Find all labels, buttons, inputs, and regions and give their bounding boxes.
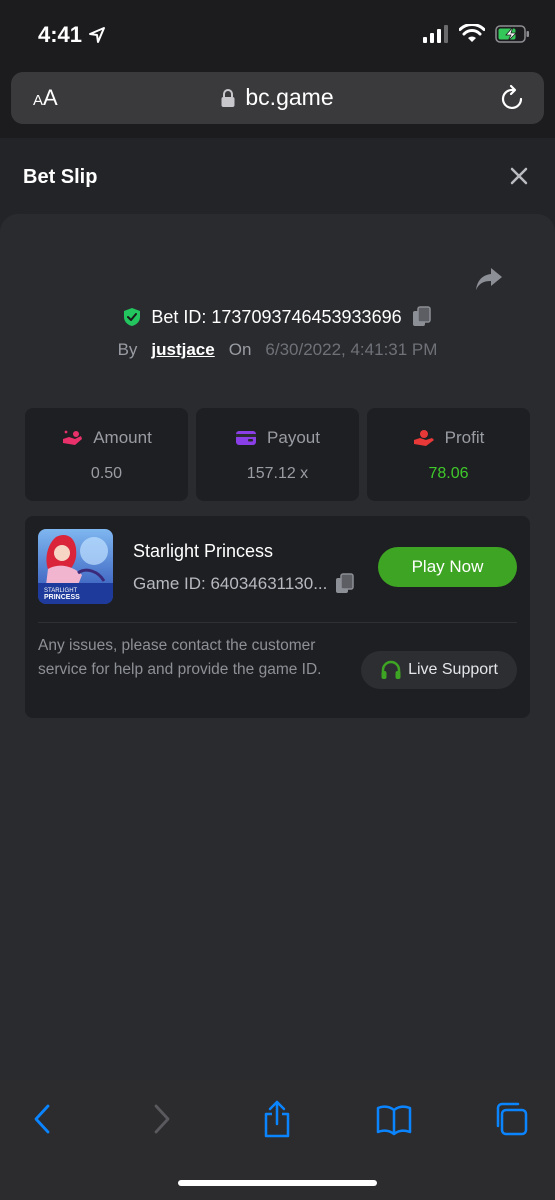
status-icons [423, 24, 531, 44]
by-label: By [117, 340, 138, 359]
game-name: Starlight Princess [133, 541, 274, 561]
close-icon[interactable] [509, 166, 529, 186]
url-text: bc.game [245, 84, 334, 110]
tabs-icon[interactable] [494, 1102, 528, 1136]
lock-icon [221, 88, 235, 107]
back-icon[interactable] [30, 1102, 54, 1136]
thumb-title-2: PRINCESS [44, 594, 80, 601]
stat-payout: Payout 157.12 x [196, 408, 359, 501]
username-link[interactable]: justjace [151, 340, 214, 360]
bet-id-row: Bet ID: 1737093746453933696 [0, 306, 555, 328]
game-id-text: Game ID: 64034631130... [133, 574, 328, 593]
reload-icon[interactable] [500, 84, 526, 112]
on-label: On [228, 340, 252, 359]
game-thumbnail[interactable]: STARLIGHT PRINCESS [38, 529, 113, 604]
bet-stats: Amount 0.50 Payout 157.12 x Profit 78.06 [25, 408, 530, 501]
stat-label: Amount [93, 428, 152, 447]
help-text: Any issues, please contact the customer … [38, 637, 322, 678]
stat-value: 78.06 [428, 465, 469, 482]
game-id-row: Game ID: 64034631130... [133, 573, 355, 595]
stat-label: Profit [444, 428, 485, 447]
stat-label: Payout [267, 428, 320, 447]
game-info-box: STARLIGHT PRINCESS Starlight Princess Ga… [25, 516, 530, 718]
divider [38, 622, 517, 623]
forward-icon[interactable] [150, 1102, 174, 1136]
status-time: 4:41 [38, 22, 106, 48]
live-support-button[interactable]: Live Support [361, 651, 517, 689]
status-bar: 4:41 [0, 0, 555, 70]
shield-check-icon [124, 308, 141, 326]
bet-author-row: By justjace On 6/30/2022, 4:41:31 PM [0, 340, 555, 360]
bookmarks-icon[interactable] [376, 1104, 412, 1136]
hand-money-icon [413, 430, 434, 446]
play-now-button[interactable]: Play Now [378, 547, 517, 587]
share-icon[interactable] [475, 266, 503, 292]
copy-icon[interactable] [412, 306, 432, 328]
share-sheet-icon[interactable] [262, 1100, 292, 1138]
wifi-icon [459, 24, 485, 42]
battery-charging-icon [495, 25, 529, 43]
bet-datetime: 6/30/2022, 4:41:31 PM [265, 340, 438, 359]
stat-value: 0.50 [90, 465, 123, 482]
stat-amount: Amount 0.50 [25, 408, 188, 501]
game-thumbnail-art: STARLIGHT PRINCESS [38, 529, 113, 604]
headset-icon [381, 660, 401, 679]
clock-text: 4:41 [38, 22, 83, 47]
stat-value: 157.12 x [246, 465, 309, 482]
bet-id-text: Bet ID: 1737093746453933696 [151, 306, 402, 327]
signal-icon [423, 25, 448, 43]
coins-hand-icon [63, 430, 83, 445]
bet-details-card: Bet ID: 1737093746453933696 By justjace … [0, 214, 555, 1080]
home-indicator [178, 1180, 377, 1186]
location-arrow-icon [89, 27, 106, 43]
page-title: Bet Slip [23, 166, 98, 188]
stat-profit: Profit 78.06 [367, 408, 530, 501]
support-label: Live Support [408, 661, 498, 678]
address-bar[interactable]: AA bc.game [11, 72, 544, 124]
wallet-icon [236, 431, 257, 445]
url-display[interactable]: bc.game [11, 84, 544, 111]
copy-icon[interactable] [335, 573, 355, 595]
bet-slip-page: Bet Slip Bet ID: 1737093746453933696 By … [0, 138, 555, 1080]
modal-header: Bet Slip [0, 138, 555, 214]
